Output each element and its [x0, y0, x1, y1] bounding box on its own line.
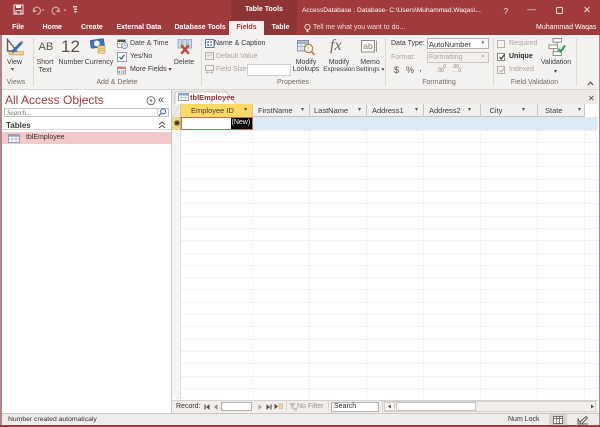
svg-text:ab: ab: [363, 41, 373, 51]
